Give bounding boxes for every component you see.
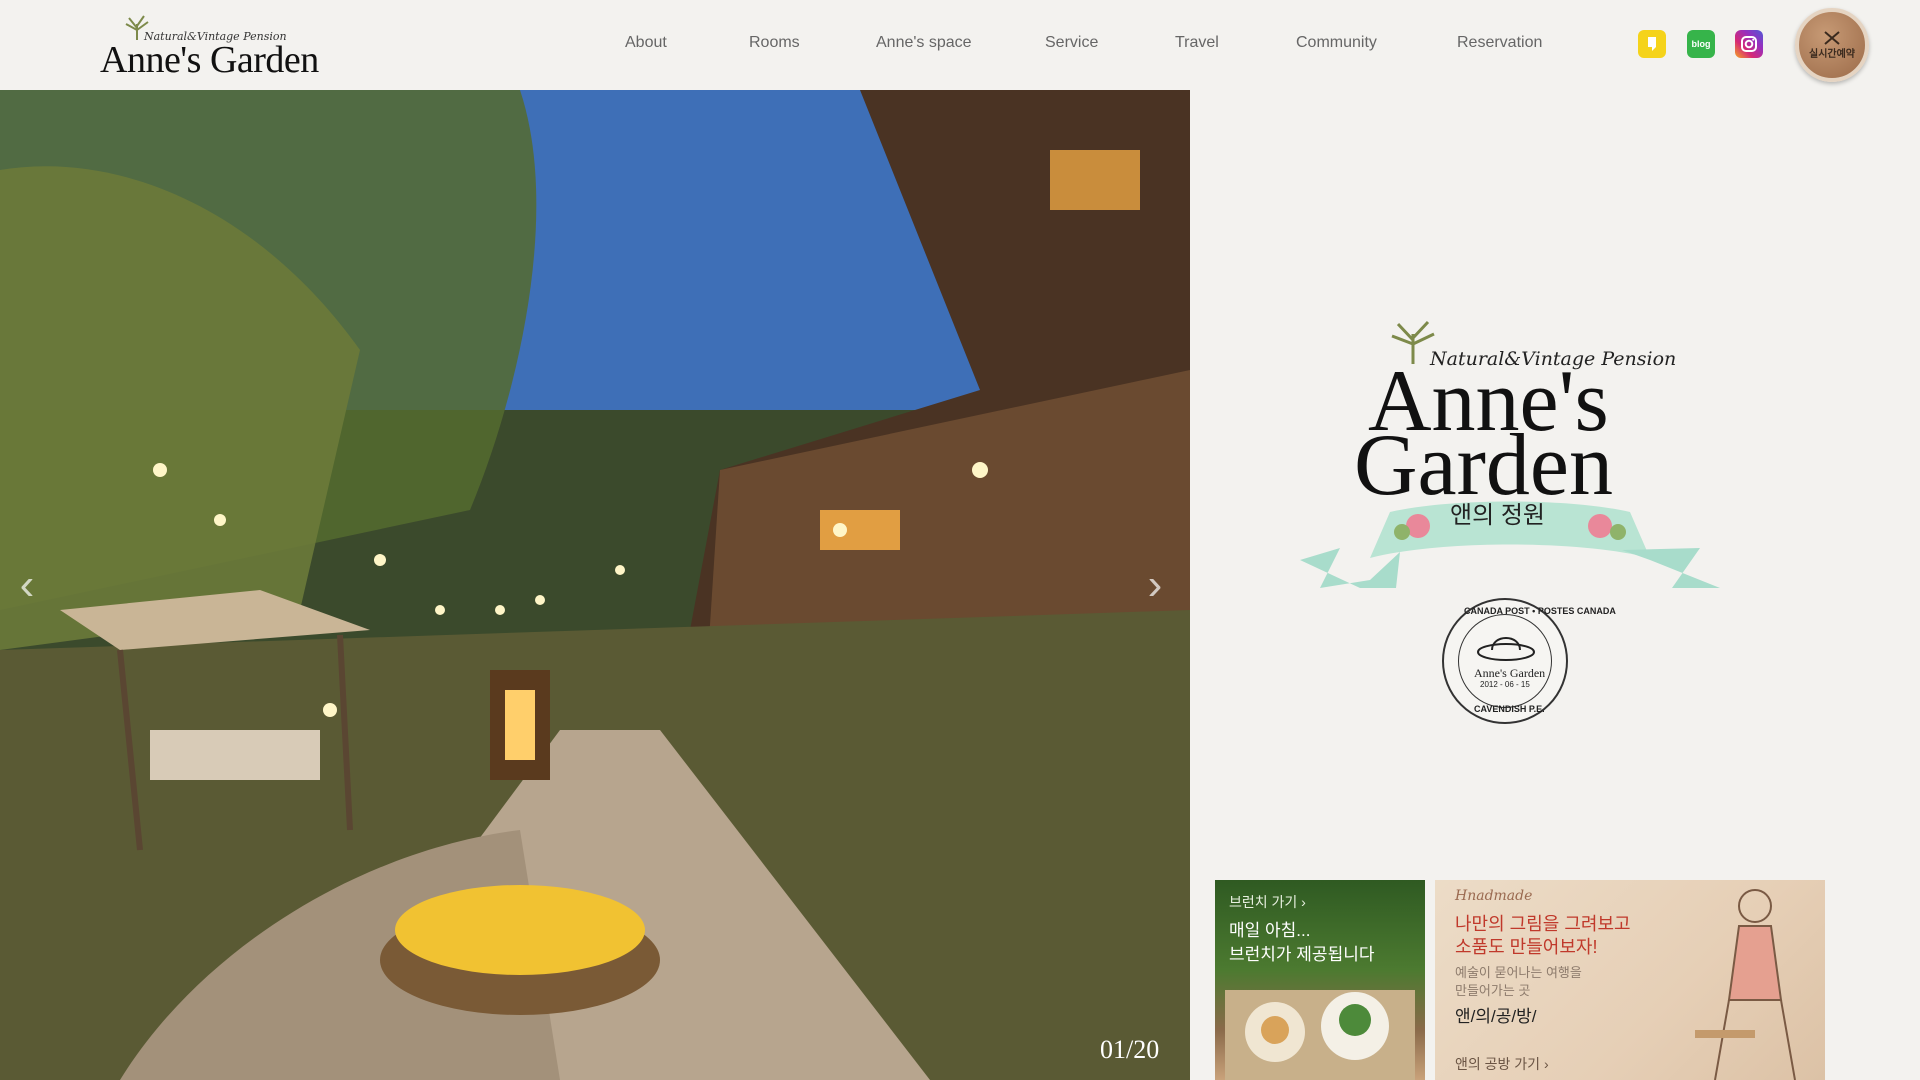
stamp-top-text: CANADA POST • POSTES CANADA bbox=[1464, 606, 1616, 616]
hat-icon bbox=[1477, 637, 1535, 661]
hero-image bbox=[0, 90, 1190, 1080]
realtime-reservation-button[interactable]: 실시간예약 bbox=[1795, 8, 1869, 82]
craft-sub2: 만들어가는 곳 bbox=[1455, 983, 1531, 998]
craft-sub1: 예술이 묻어나는 여행을 bbox=[1455, 965, 1582, 980]
nav-item-service[interactable]: Service bbox=[1045, 34, 1098, 52]
craft-tag: 앤/의/공/방/ bbox=[1455, 1007, 1537, 1026]
brand-korean-name: 앤의 정원 bbox=[1450, 502, 1545, 529]
logo-name: Anne's Garden bbox=[100, 39, 319, 81]
nav-item-rooms[interactable]: Rooms bbox=[749, 34, 800, 52]
utensils-icon bbox=[1824, 30, 1840, 45]
hero-next-button[interactable]: › bbox=[1140, 560, 1170, 610]
craft-card[interactable]: Hnadmade 나만의 그림을 그려보고 소품도 만들어보자! 예술이 묻어나… bbox=[1435, 880, 1825, 1080]
hero-prev-button[interactable]: ‹ bbox=[12, 560, 42, 610]
postmark-stamp: CANADA POST • POSTES CANADA Anne's Garde… bbox=[1442, 598, 1616, 724]
stamp-bottom-text: CAVENDISH P.E. bbox=[1474, 704, 1545, 714]
craft-headline2: 소품도 만들어보자! bbox=[1455, 937, 1598, 957]
slide-counter: 01/20 bbox=[1100, 1035, 1160, 1064]
brunch-link[interactable]: 브런치 가기 › bbox=[1229, 892, 1306, 912]
brunch-image bbox=[1225, 990, 1415, 1080]
brunch-line1: 매일 아침... bbox=[1229, 921, 1311, 940]
craft-link[interactable]: 앤의 공방 가기 › bbox=[1455, 1054, 1549, 1074]
hero-slideshow[interactable]: ‹ › 01/20 bbox=[0, 90, 1190, 1080]
brunch-line2: 브런치가 제공됩니다 bbox=[1229, 945, 1375, 964]
nav-item-community[interactable]: Community bbox=[1296, 34, 1377, 52]
blog-label: blog bbox=[1691, 39, 1711, 49]
stamp-name: Anne's Garden bbox=[1474, 666, 1546, 680]
craft-illustration bbox=[1695, 889, 1796, 1080]
kakao-icon[interactable] bbox=[1638, 30, 1666, 58]
instagram-icon[interactable] bbox=[1735, 30, 1763, 58]
brunch-card[interactable]: 브런치 가기 › 매일 아침... 브런치가 제공됩니다 bbox=[1215, 880, 1425, 1080]
nav-item-annes-space[interactable]: Anne's space bbox=[876, 34, 972, 52]
nav-item-reservation[interactable]: Reservation bbox=[1457, 34, 1542, 52]
nav-item-about[interactable]: About bbox=[625, 34, 667, 52]
logo[interactable]: Natural&Vintage Pension Anne's Garden bbox=[100, 14, 330, 81]
blog-icon[interactable]: blog bbox=[1687, 30, 1715, 58]
stamp-date: 2012 - 06 - 15 bbox=[1480, 680, 1530, 689]
nav-item-travel[interactable]: Travel bbox=[1175, 34, 1219, 52]
reserve-badge-label: 실시간예약 bbox=[1809, 48, 1855, 60]
header: Natural&Vintage Pension Anne's Garden Ab… bbox=[0, 0, 1920, 90]
craft-handmade-label: Hnadmade bbox=[1455, 888, 1533, 904]
